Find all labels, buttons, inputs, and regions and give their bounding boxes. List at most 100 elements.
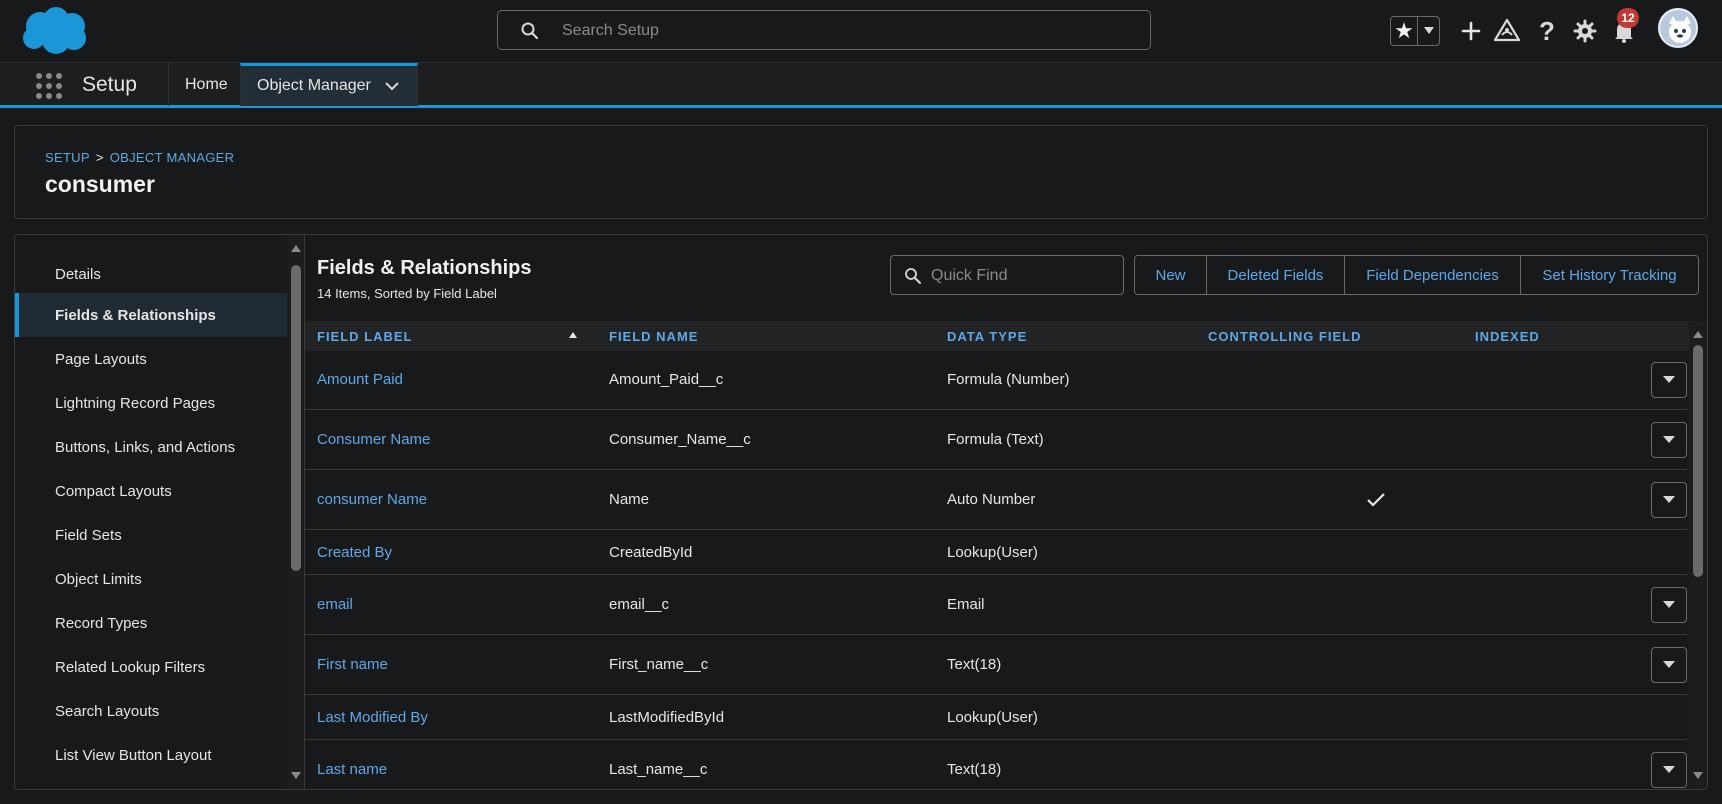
sidenav-item-object-limits[interactable]: Object Limits — [15, 557, 287, 601]
field-api-name: LastModifiedById — [609, 709, 725, 726]
chevron-down-icon[interactable] — [385, 81, 399, 91]
sidenav-scroll-thumb[interactable] — [291, 265, 301, 571]
sidenav-item-field-sets[interactable]: Field Sets — [15, 513, 287, 557]
field-label-link[interactable]: Last name — [317, 761, 387, 778]
scroll-down-arrow-icon[interactable] — [291, 772, 301, 779]
scroll-up-arrow-icon[interactable] — [291, 245, 301, 252]
sidenav-item-lightning-record-pages[interactable]: Lightning Record Pages — [15, 381, 287, 425]
global-header: Search Setup ★ ? 12 — [0, 0, 1722, 62]
row-actions-button[interactable] — [1651, 587, 1687, 623]
app-launcher-icon[interactable] — [36, 73, 62, 99]
table-row: Consumer Name Consumer_Name__c Formula (… — [305, 411, 1687, 470]
field-api-name: Name — [609, 491, 650, 508]
breadcrumb-object-manager[interactable]: OBJECT MANAGER — [110, 150, 235, 165]
field-data-type: Text(18) — [947, 761, 1002, 778]
row-actions-button[interactable] — [1651, 647, 1687, 683]
salesforce-logo[interactable] — [18, 6, 90, 56]
field-label-link[interactable]: Last Modified By — [317, 709, 428, 726]
set-history-tracking-button-label: Set History Tracking — [1542, 266, 1677, 284]
fields-content: Fields & Relationships 14 Items, Sorted … — [305, 235, 1707, 789]
avatar[interactable] — [1658, 8, 1698, 48]
col-field-label[interactable]: FIELD LABEL — [317, 329, 413, 344]
search-icon — [521, 22, 539, 40]
field-data-type: Auto Number — [947, 491, 1036, 508]
table-header: FIELD LABEL FIELD NAME DATA TYPE CONTROL… — [305, 321, 1707, 351]
object-sidenav: Details Fields & Relationships Page Layo… — [15, 235, 287, 789]
sidenav-item-label: Fields & Relationships — [55, 306, 216, 324]
plus-icon[interactable] — [1458, 18, 1484, 44]
row-actions-button[interactable] — [1651, 362, 1687, 398]
tab-object-manager-label: Object Manager — [257, 77, 371, 94]
col-controlling-field[interactable]: CONTROLLING FIELD — [1208, 329, 1362, 344]
field-api-name: Consumer_Name__c — [609, 431, 751, 448]
field-api-name: First_name__c — [609, 656, 709, 673]
scroll-down-arrow-icon[interactable] — [1693, 772, 1703, 779]
caret-down-icon — [1663, 601, 1675, 608]
sidenav-item-label: Compact Layouts — [55, 482, 172, 500]
breadcrumb: SETUP > OBJECT MANAGER — [45, 150, 234, 165]
sidenav-item-label: Lightning Record Pages — [55, 394, 216, 412]
row-actions-button[interactable] — [1651, 752, 1687, 788]
new-button[interactable]: New — [1135, 256, 1206, 294]
field-api-name: email__c — [609, 596, 670, 613]
sidenav-item-list-view-button-layout[interactable]: List View Button Layout — [15, 733, 287, 777]
set-history-tracking-button[interactable]: Set History Tracking — [1520, 256, 1698, 294]
sidenav-item-record-types[interactable]: Record Types — [15, 601, 287, 645]
field-label-link[interactable]: First name — [317, 656, 388, 673]
sidenav-item-details[interactable]: Details — [15, 252, 287, 296]
table-row: First name First_name__c Text(18) — [305, 636, 1687, 695]
sidenav-item-related-lookup-filters[interactable]: Related Lookup Filters — [15, 645, 287, 689]
global-search[interactable]: Search Setup — [497, 10, 1151, 50]
field-data-type: Lookup(User) — [947, 709, 1038, 726]
col-data-type[interactable]: DATA TYPE — [947, 329, 1027, 344]
caret-down-icon — [1663, 376, 1675, 383]
quick-find-input[interactable]: Quick Find — [890, 255, 1124, 295]
sidenav-item-label: Field Sets — [55, 526, 122, 544]
deleted-fields-button[interactable]: Deleted Fields — [1206, 256, 1344, 294]
field-label-link[interactable]: Created By — [317, 544, 392, 561]
tab-home[interactable]: Home — [168, 63, 240, 106]
field-label-link[interactable]: Amount Paid — [317, 371, 403, 388]
trailhead-icon[interactable] — [1494, 18, 1520, 44]
sidenav-item-fields-relationships[interactable]: Fields & Relationships — [15, 293, 287, 337]
col-field-name[interactable]: FIELD NAME — [609, 329, 698, 344]
content-title: Fields & Relationships — [317, 257, 532, 279]
context-nav-bar: Setup Home Object Manager — [0, 62, 1722, 108]
scroll-up-arrow-icon[interactable] — [1693, 331, 1703, 338]
field-data-type: Lookup(User) — [947, 544, 1038, 561]
favorites-dropdown[interactable] — [1417, 17, 1439, 45]
caret-down-icon — [1663, 496, 1675, 503]
table-scroll-thumb[interactable] — [1693, 345, 1703, 577]
action-button-group: New Deleted Fields Field Dependencies Se… — [1134, 255, 1699, 295]
col-indexed[interactable]: INDEXED — [1475, 329, 1540, 344]
table-row: Amount Paid Amount_Paid__c Formula (Numb… — [305, 351, 1687, 410]
row-actions-button[interactable] — [1651, 422, 1687, 458]
caret-down-icon — [1423, 27, 1434, 34]
row-actions-button[interactable] — [1651, 482, 1687, 518]
sidenav-scrollbar[interactable] — [287, 235, 305, 789]
table-row: consumer Name Name Auto Number — [305, 471, 1687, 530]
tab-object-manager[interactable]: Object Manager — [240, 63, 418, 106]
star-icon[interactable]: ★ — [1391, 17, 1417, 45]
tab-home-label: Home — [185, 75, 228, 93]
field-label-link[interactable]: email — [317, 596, 353, 613]
field-label-link[interactable]: Consumer Name — [317, 431, 430, 448]
field-dependencies-button-label: Field Dependencies — [1366, 266, 1499, 284]
sidenav-item-label: Object Limits — [55, 570, 142, 588]
caret-down-icon — [1663, 661, 1675, 668]
sidenav-item-buttons-links-actions[interactable]: Buttons, Links, and Actions — [15, 425, 287, 469]
sidenav-item-page-layouts[interactable]: Page Layouts — [15, 337, 287, 381]
field-label-link[interactable]: consumer Name — [317, 491, 427, 508]
main-panel: Details Fields & Relationships Page Layo… — [14, 234, 1708, 790]
sort-ascending-icon[interactable] — [569, 332, 577, 338]
sidenav-item-compact-layouts[interactable]: Compact Layouts — [15, 469, 287, 513]
question-icon[interactable]: ? — [1534, 16, 1560, 46]
gear-icon[interactable] — [1572, 18, 1598, 44]
sidenav-item-search-layouts[interactable]: Search Layouts — [15, 689, 287, 733]
field-dependencies-button[interactable]: Field Dependencies — [1344, 256, 1520, 294]
field-data-type: Email — [947, 596, 985, 613]
breadcrumb-setup[interactable]: SETUP — [45, 150, 90, 165]
table-scrollbar[interactable] — [1689, 321, 1707, 789]
field-api-name: CreatedById — [609, 544, 693, 561]
sidenav-item-label: Buttons, Links, and Actions — [55, 438, 236, 456]
